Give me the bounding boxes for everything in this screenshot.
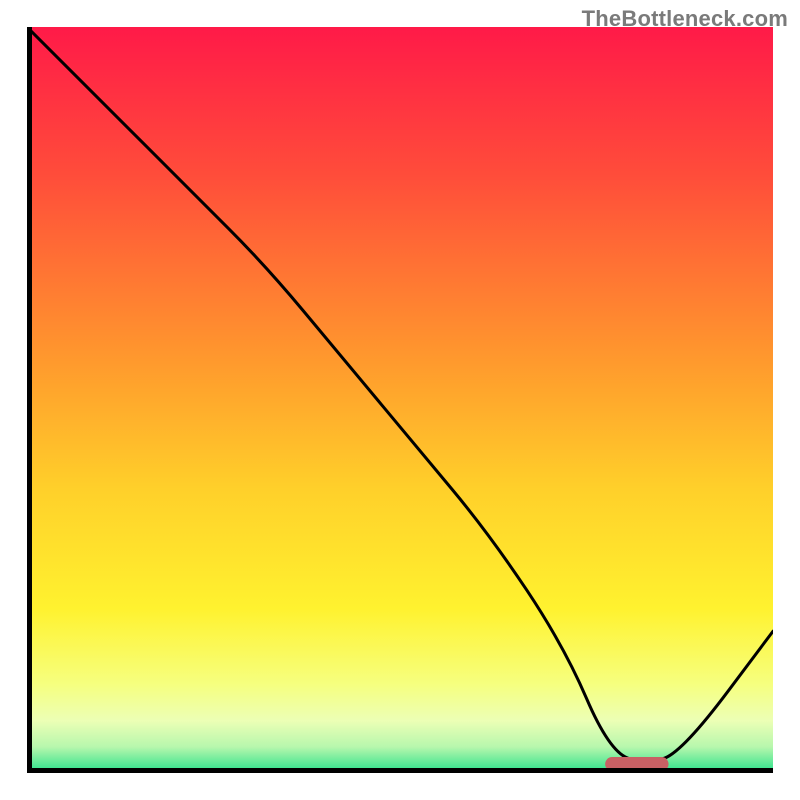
- chart-svg: [27, 27, 773, 773]
- bottleneck-chart: [27, 27, 773, 773]
